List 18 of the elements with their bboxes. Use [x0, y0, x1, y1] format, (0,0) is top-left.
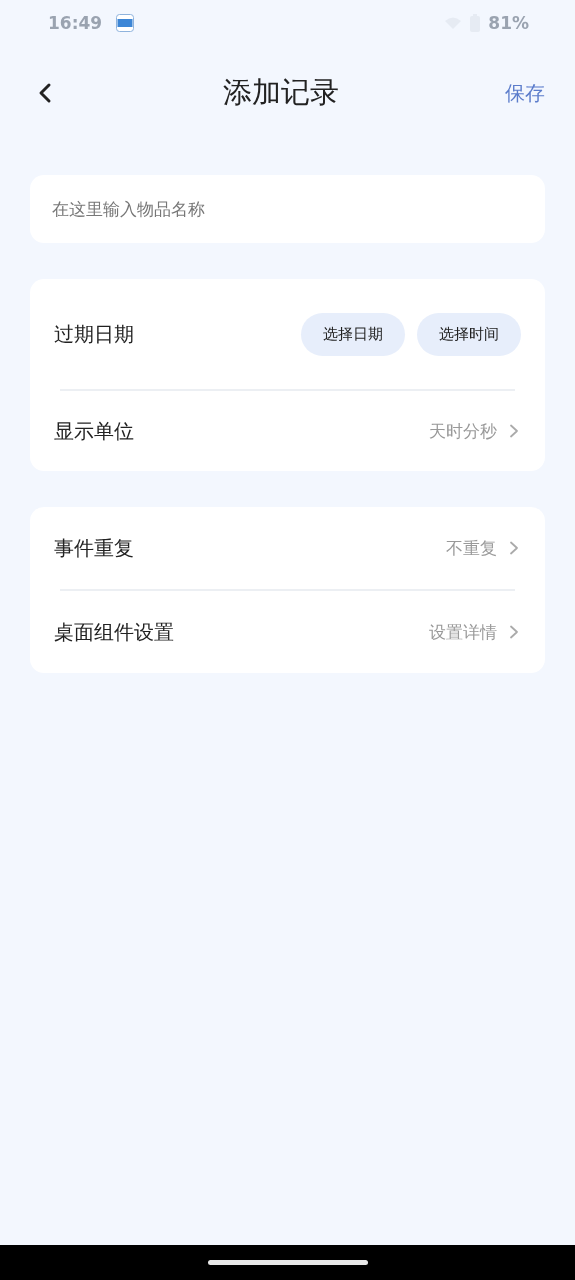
- pick-button[interactable]: 选择日期: [301, 312, 405, 356]
- chevron-icon: [509, 541, 519, 555]
- app-icon: [116, 14, 135, 32]
- row-label[interactable]: 桌面组件设置: [54, 618, 174, 646]
- row-label: 过期日期: [54, 320, 134, 348]
- row-label[interactable]: 事件重复: [54, 534, 134, 562]
- row-value: 天时分秒: [429, 419, 497, 443]
- row-label[interactable]: 显示单位: [54, 417, 134, 445]
- chevron-icon: [509, 424, 519, 438]
- page-title: 添加记录: [221, 74, 340, 111]
- chevron-icon: [509, 625, 519, 639]
- battery-level: 81%: [488, 13, 529, 33]
- pick-button[interactable]: 选择时间: [417, 312, 521, 356]
- name-input-field[interactable]: 在这里输入物品名称: [30, 175, 545, 243]
- clock: 16:49: [48, 13, 103, 33]
- row-value: 不重复: [446, 536, 497, 560]
- save-button[interactable]: 保存: [505, 79, 545, 107]
- row-value: 设置详情: [429, 620, 497, 644]
